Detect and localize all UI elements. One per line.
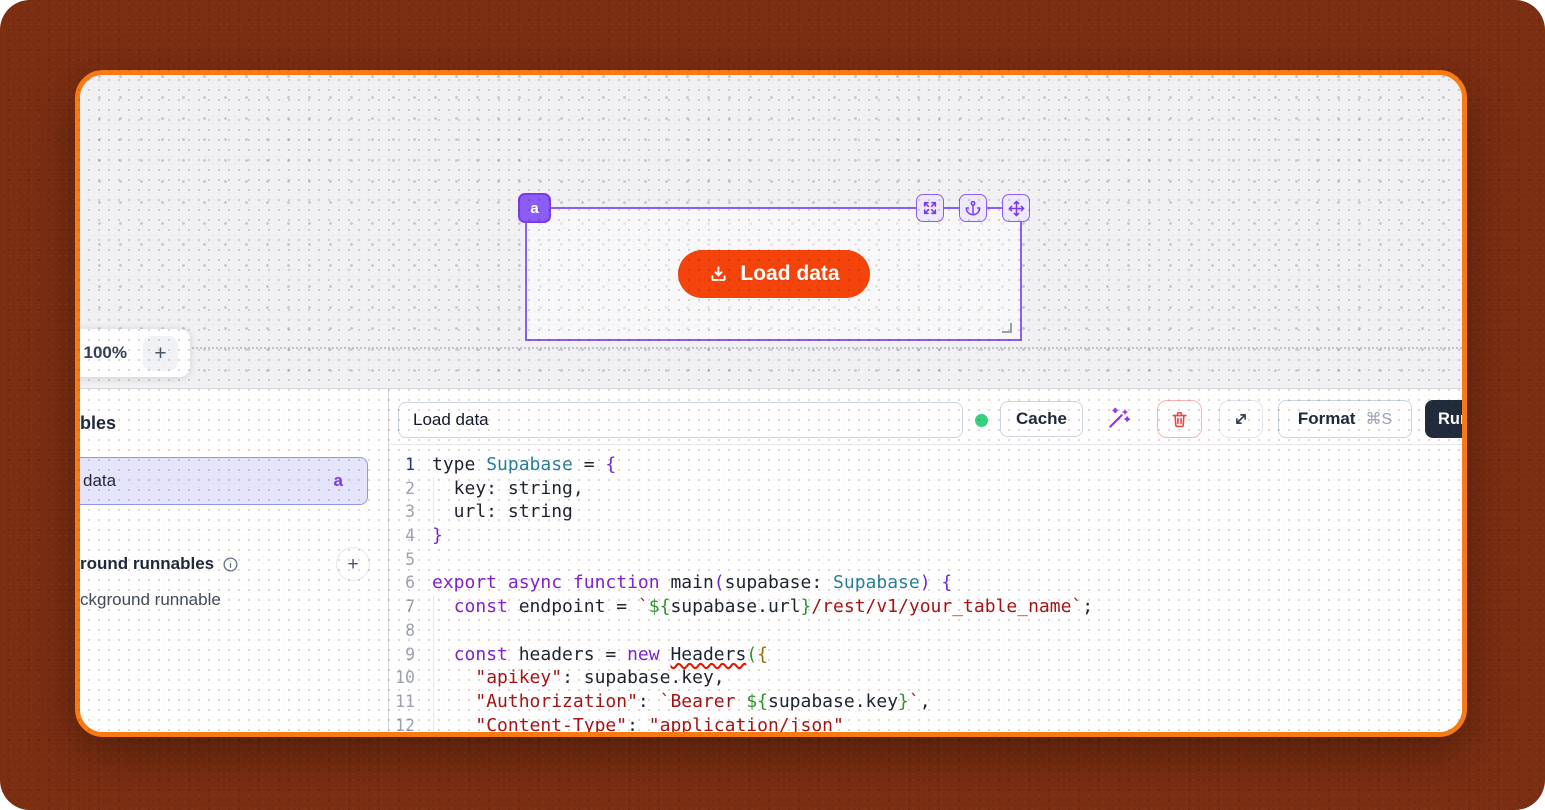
delete-button[interactable]: [1157, 400, 1202, 438]
line-number: 1: [389, 453, 415, 477]
code-text: "apikey": supabase.key,: [432, 666, 725, 690]
line-number: 3: [389, 500, 415, 524]
component-badge: a: [334, 471, 343, 491]
format-shortcut: ⌘S: [1365, 409, 1392, 429]
line-number: 8: [389, 619, 415, 643]
background-runnables-title: round runnables: [80, 554, 214, 574]
canvas-page-boundary: [80, 347, 1462, 349]
format-label: Format: [1298, 409, 1356, 429]
code-line[interactable]: 11 "Authorization": `Bearer ${supabase.k…: [389, 690, 1462, 714]
code-text: const headers = new Headers({: [432, 643, 768, 667]
app-canvas[interactable]: a: [80, 75, 1462, 388]
load-data-label: Load data: [740, 262, 839, 286]
info-icon[interactable]: [222, 556, 239, 573]
code-toolbar: Cache: [389, 389, 1462, 445]
zoom-level: 100%: [84, 343, 127, 363]
code-line[interactable]: 5: [389, 548, 1462, 572]
code-line[interactable]: 7 const endpoint = `${supabase.url}/rest…: [389, 595, 1462, 619]
trash-icon: [1170, 410, 1189, 429]
code-text: const endpoint = `${supabase.url}/rest/v…: [432, 595, 1093, 619]
line-number: 5: [389, 548, 415, 572]
runnable-name-input[interactable]: [398, 402, 963, 438]
line-number: 11: [389, 690, 415, 714]
code-line[interactable]: 1 type Supabase = {: [389, 453, 1462, 477]
move-component-button[interactable]: [1002, 194, 1030, 222]
expand-component-button[interactable]: [916, 194, 944, 222]
code-editor[interactable]: 1type Supabase = {2 key: string,3 url: s…: [389, 445, 1462, 732]
line-number: 9: [389, 643, 415, 667]
bottom-panels: bles data a round runnables + ckground r…: [80, 388, 1462, 732]
expand-editor-button[interactable]: [1219, 400, 1263, 438]
code-text: type Supabase = {: [432, 453, 616, 477]
resize-handle[interactable]: [1002, 323, 1012, 333]
code-line[interactable]: 9 const headers = new Headers({: [389, 643, 1462, 667]
line-number: 7: [389, 595, 415, 619]
anchor-component-button[interactable]: [959, 194, 987, 222]
code-text: "Authorization": `Bearer ${supabase.key}…: [432, 690, 931, 714]
code-lines: 1type Supabase = {2 key: string,3 url: s…: [389, 453, 1462, 732]
code-line[interactable]: 6 export async function main(supabase: Su…: [389, 571, 1462, 595]
code-text: }: [432, 524, 443, 548]
runnables-title: bles: [80, 413, 116, 434]
anchor-icon: [965, 200, 981, 216]
indent-guide: [433, 595, 434, 732]
line-number: 6: [389, 571, 415, 595]
code-text: url: string: [432, 500, 573, 524]
line-number: 12: [389, 714, 415, 732]
zoom-in-button[interactable]: +: [143, 336, 178, 371]
runnables-panel: bles data a round runnables + ckground r…: [80, 389, 388, 732]
add-background-runnable-button[interactable]: +: [336, 547, 370, 581]
background-runnable-item[interactable]: ckground runnable: [80, 590, 221, 610]
code-text: key: string,: [432, 477, 584, 501]
runnable-item-label: data: [83, 471, 116, 491]
maximize-icon: [922, 200, 938, 216]
code-line[interactable]: 12 "Content-Type": "application/json": [389, 714, 1462, 732]
expand-diagonal-icon: [1232, 410, 1250, 428]
cache-button[interactable]: Cache: [1000, 401, 1083, 437]
component-id-tag: a: [518, 193, 551, 223]
selected-button-component[interactable]: a: [525, 207, 1022, 341]
code-text: export async function main(supabase: Sup…: [432, 571, 952, 595]
download-icon: [708, 264, 729, 285]
runnable-item-selected[interactable]: data a: [80, 457, 368, 505]
desktop-background: a: [0, 0, 1545, 810]
ai-wand-button[interactable]: [1104, 403, 1134, 433]
load-data-button[interactable]: Load data: [678, 250, 870, 298]
zoom-control: 100% +: [75, 329, 190, 377]
status-dot: [975, 414, 988, 427]
line-number: 2: [389, 477, 415, 501]
code-panel: Cache: [389, 389, 1462, 732]
format-button[interactable]: Format ⌘S: [1278, 400, 1412, 438]
magic-wand-icon: [1106, 405, 1132, 431]
code-line[interactable]: 10 "apikey": supabase.key,: [389, 666, 1462, 690]
code-line[interactable]: 3 url: string: [389, 500, 1462, 524]
app-window: a: [75, 70, 1467, 737]
line-number: 10: [389, 666, 415, 690]
code-line[interactable]: 2 key: string,: [389, 477, 1462, 501]
code-line[interactable]: 8: [389, 619, 1462, 643]
code-line[interactable]: 4}: [389, 524, 1462, 548]
line-number: 4: [389, 524, 415, 548]
move-icon: [1008, 200, 1025, 217]
background-runnables-section: round runnables +: [80, 546, 388, 582]
indent-guide: [433, 477, 434, 524]
code-text: "Content-Type": "application/json": [432, 714, 844, 732]
run-button[interactable]: Run: [1425, 400, 1462, 438]
